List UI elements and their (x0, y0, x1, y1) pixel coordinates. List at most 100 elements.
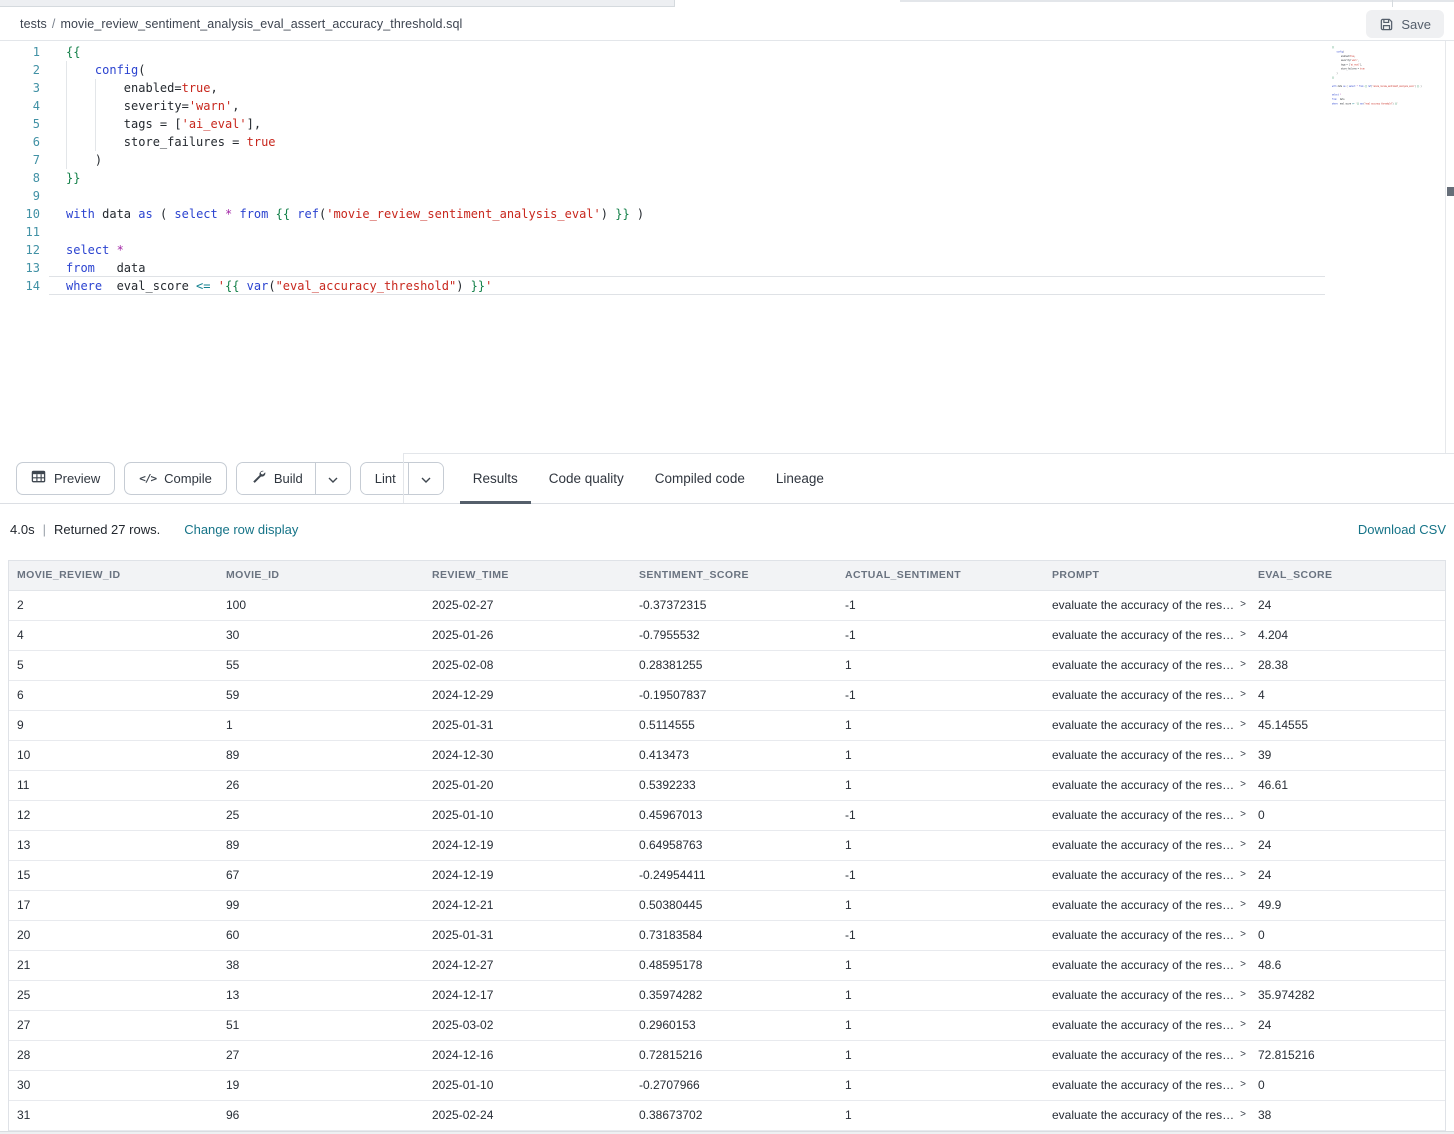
expand-cell-chevron-icon[interactable]: > (1240, 659, 1246, 670)
breadcrumb-folder[interactable]: tests (20, 17, 47, 31)
code-brackets-icon: </> (139, 472, 156, 485)
prompt-cell[interactable]: evaluate the accuracy of the res…> (1044, 980, 1250, 1010)
table-cell: 24 (1250, 1010, 1445, 1040)
expand-cell-chevron-icon[interactable]: > (1240, 809, 1246, 820)
tab-strip-right-segment (900, 0, 1454, 2)
editor-scrollbar-thumb[interactable] (1447, 187, 1454, 196)
code-line[interactable]: 3 enabled=true, (0, 79, 1324, 97)
horizontal-scrollbar-track[interactable] (0, 1131, 1454, 1134)
expand-cell-chevron-icon[interactable]: > (1240, 1109, 1246, 1120)
code-line[interactable]: 10with data as ( select * from {{ ref('m… (0, 205, 1324, 223)
expand-cell-chevron-icon[interactable]: > (1240, 1049, 1246, 1060)
code-line[interactable]: 9 (0, 187, 1324, 205)
table-cell: 59 (218, 680, 424, 710)
table-cell: 27 (9, 1010, 218, 1040)
code-line[interactable]: 11 (0, 223, 1324, 241)
sql-code-editor[interactable]: 1{{2 config(3 enabled=true,4 severity='w… (0, 41, 1454, 453)
prompt-cell[interactable]: evaluate the accuracy of the res…> (1044, 1040, 1250, 1070)
table-cell: 2025-01-20 (424, 770, 631, 800)
prompt-cell[interactable]: evaluate the accuracy of the res…> (1044, 620, 1250, 650)
column-header-review-time[interactable]: REVIEW_TIME (424, 561, 631, 590)
prompt-cell[interactable]: evaluate the accuracy of the res…> (1044, 1100, 1250, 1130)
compile-button[interactable]: </> Compile (124, 462, 227, 495)
table-cell: -1 (837, 860, 1044, 890)
prompt-cell[interactable]: evaluate the accuracy of the res…> (1044, 800, 1250, 830)
prompt-cell[interactable]: evaluate the accuracy of the res…> (1044, 710, 1250, 740)
code-line[interactable]: 14where eval_score <= '{{ var("eval_accu… (1332, 101, 1349, 105)
expand-cell-chevron-icon[interactable]: > (1240, 1019, 1246, 1030)
expand-cell-chevron-icon[interactable]: > (1240, 719, 1246, 730)
code-line[interactable]: 2 config( (0, 61, 1324, 79)
prompt-cell[interactable]: evaluate the accuracy of the res…> (1044, 770, 1250, 800)
prompt-cell[interactable]: evaluate the accuracy of the res…> (1044, 1070, 1250, 1100)
expand-cell-chevron-icon[interactable]: > (1240, 599, 1246, 610)
table-cell: 46.61 (1250, 770, 1445, 800)
tab-lineage[interactable]: Lineage (763, 453, 837, 503)
table-cell: 49.9 (1250, 890, 1445, 920)
table-cell: 38 (218, 950, 424, 980)
expand-cell-chevron-icon[interactable]: > (1240, 689, 1246, 700)
table-row: 13892024-12-190.649587631evaluate the ac… (9, 830, 1445, 860)
expand-cell-chevron-icon[interactable]: > (1240, 629, 1246, 640)
code-line[interactable]: 4 severity='warn', (0, 97, 1324, 115)
table-cell: 0.48595178 (631, 950, 837, 980)
prompt-cell[interactable]: evaluate the accuracy of the res…> (1044, 680, 1250, 710)
table-row: 30192025-01-10-0.27079661evaluate the ac… (9, 1070, 1445, 1100)
preview-button-label: Preview (54, 471, 100, 486)
prompt-cell[interactable]: evaluate the accuracy of the res…> (1044, 590, 1250, 620)
expand-cell-chevron-icon[interactable]: > (1240, 1079, 1246, 1090)
code-line[interactable]: 6 store_failures = true (0, 133, 1324, 151)
code-line[interactable]: 1{{ (0, 43, 1324, 61)
code-line[interactable]: 10with data as ( select * from {{ ref('m… (1332, 84, 1349, 88)
code-line[interactable]: 13from data (0, 259, 1324, 277)
save-button[interactable]: Save (1366, 10, 1444, 38)
line-number: 13 (0, 259, 40, 277)
code-text: config( (66, 61, 146, 79)
prompt-cell[interactable]: evaluate the accuracy of the res…> (1044, 950, 1250, 980)
expand-cell-chevron-icon[interactable]: > (1240, 929, 1246, 940)
column-header-actual-sentiment[interactable]: ACTUAL_SENTIMENT (837, 561, 1044, 590)
minimap[interactable]: 1{{2 config(3 enabled=true,4 severity='w… (1332, 45, 1444, 425)
column-header-sentiment-score[interactable]: SENTIMENT_SCORE (631, 561, 837, 590)
table-cell: 2025-01-10 (424, 800, 631, 830)
tab-compiled-code[interactable]: Compiled code (642, 453, 758, 503)
prompt-cell[interactable]: evaluate the accuracy of the res…> (1044, 1010, 1250, 1040)
table-cell: 19 (218, 1070, 424, 1100)
expand-cell-chevron-icon[interactable]: > (1240, 989, 1246, 1000)
preview-button[interactable]: Preview (16, 462, 115, 495)
prompt-cell[interactable]: evaluate the accuracy of the res…> (1044, 740, 1250, 770)
column-header-eval-score[interactable]: EVAL_SCORE (1250, 561, 1445, 590)
prompt-cell[interactable]: evaluate the accuracy of the res…> (1044, 890, 1250, 920)
line-number: 9 (0, 187, 40, 205)
expand-cell-chevron-icon[interactable]: > (1240, 749, 1246, 760)
expand-cell-chevron-icon[interactable]: > (1240, 839, 1246, 850)
window-tab-strip (0, 0, 1454, 8)
expand-cell-chevron-icon[interactable]: > (1240, 899, 1246, 910)
prompt-cell[interactable]: evaluate the accuracy of the res…> (1044, 920, 1250, 950)
build-button-label: Build (274, 471, 303, 486)
table-cell: 45.14555 (1250, 710, 1445, 740)
prompt-cell[interactable]: evaluate the accuracy of the res…> (1044, 650, 1250, 680)
tab-code-quality[interactable]: Code quality (536, 453, 637, 503)
download-csv-link[interactable]: Download CSV (1358, 522, 1446, 537)
column-header-prompt[interactable]: PROMPT (1044, 561, 1250, 590)
build-dropdown-toggle[interactable] (315, 463, 350, 494)
expand-cell-chevron-icon[interactable]: > (1240, 779, 1246, 790)
tab-results[interactable]: Results (460, 453, 531, 503)
prompt-cell[interactable]: evaluate the accuracy of the res…> (1044, 860, 1250, 890)
column-header-movie-id[interactable]: MOVIE_ID (218, 561, 424, 590)
lint-dropdown-toggle[interactable] (408, 463, 443, 494)
prompt-cell[interactable]: evaluate the accuracy of the res…> (1044, 830, 1250, 860)
code-line[interactable]: 5 tags = ['ai_eval'], (0, 115, 1324, 133)
code-line[interactable]: 8}} (0, 169, 1324, 187)
table-cell: 0.5114555 (631, 710, 837, 740)
column-header-movie-review-id[interactable]: MOVIE_REVIEW_ID (9, 561, 218, 590)
code-line[interactable]: 7 ) (0, 151, 1324, 169)
lint-button[interactable]: Lint (361, 463, 408, 494)
build-button[interactable]: Build (237, 463, 315, 494)
expand-cell-chevron-icon[interactable]: > (1240, 959, 1246, 970)
code-line[interactable]: 12select * (0, 241, 1324, 259)
change-row-display-link[interactable]: Change row display (184, 522, 298, 537)
code-line[interactable]: 14where eval_score <= '{{ var("eval_accu… (0, 277, 1324, 295)
expand-cell-chevron-icon[interactable]: > (1240, 869, 1246, 880)
